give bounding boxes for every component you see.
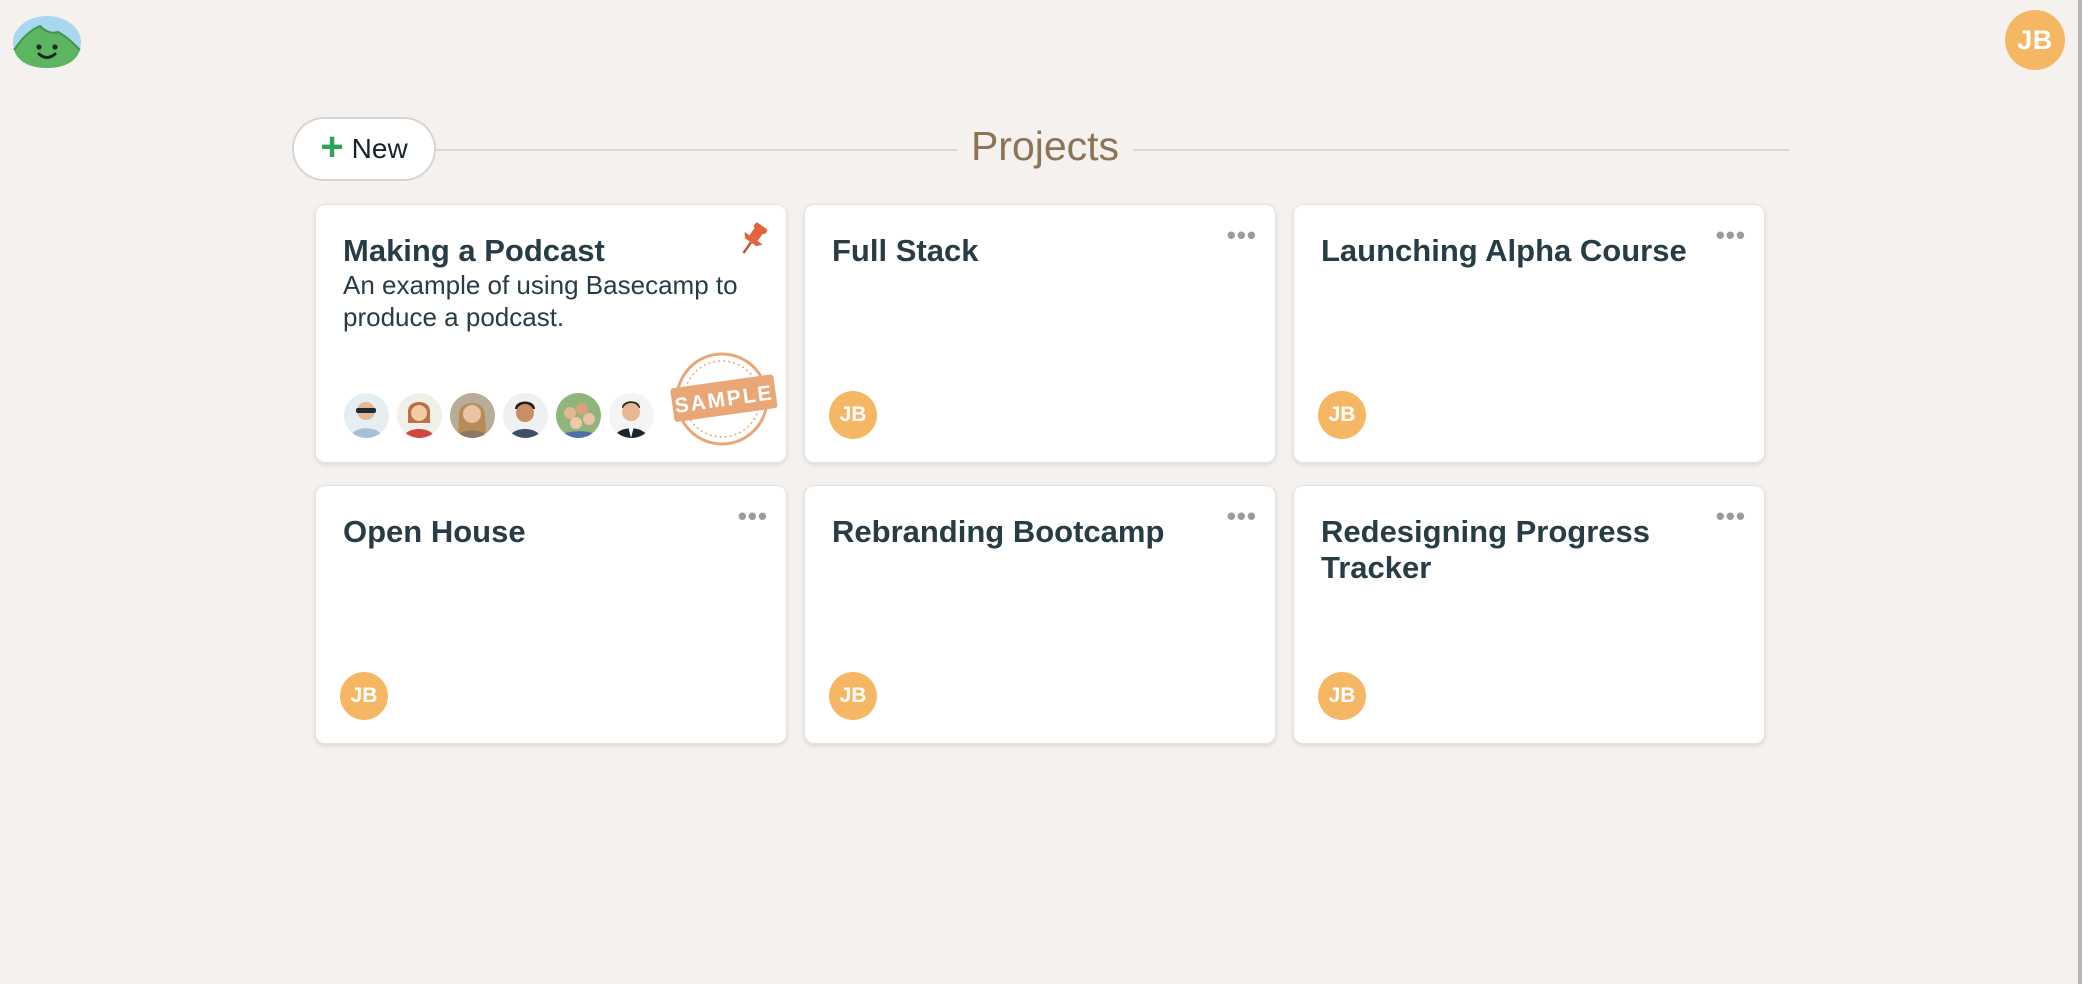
project-title: Rebranding Bootcamp [832,514,1165,549]
project-description: An example of using Basecamp to produce … [343,270,738,332]
project-card-full-stack[interactable]: Full Stack ••• JB [804,204,1276,463]
more-options-icon[interactable]: ••• [1716,503,1746,529]
project-card-rebranding-bootcamp[interactable]: Rebranding Bootcamp ••• JB [804,485,1276,744]
project-grid: Making a Podcast An example of using Bas… [315,204,1765,744]
more-options-icon[interactable]: ••• [738,503,768,529]
sample-stamp-icon: SAMPLE [670,352,778,446]
basecamp-logo-icon[interactable] [12,10,82,68]
user-avatar[interactable]: JB [2005,10,2065,70]
member-avatar[interactable] [395,391,444,440]
header-divider-left [436,149,957,151]
projects-header: + New Projects [292,117,1789,181]
project-title: Redesigning Progress Tracker [1321,514,1651,585]
member-avatar[interactable]: JB [340,672,388,720]
member-avatar[interactable] [554,391,603,440]
member-avatar[interactable] [342,391,391,440]
new-project-label: New [351,133,408,164]
member-avatar[interactable]: JB [1318,672,1366,720]
project-card-launching-alpha-course[interactable]: Launching Alpha Course ••• JB [1293,204,1765,463]
window-edge [2078,0,2082,984]
project-title: Open House [343,514,526,549]
project-card-making-a-podcast[interactable]: Making a Podcast An example of using Bas… [315,204,787,463]
new-project-button[interactable]: + New [292,117,436,181]
member-avatar[interactable]: JB [829,391,877,439]
project-members [342,391,656,440]
project-title: Full Stack [832,233,979,268]
page-title: Projects [957,123,1133,170]
project-card-redesigning-progress-tracker[interactable]: Redesigning Progress Tracker ••• JB [1293,485,1765,744]
plus-icon: + [320,125,344,169]
more-options-icon[interactable]: ••• [1227,222,1257,248]
project-title: Making a Podcast [343,233,605,268]
more-options-icon[interactable]: ••• [1716,222,1746,248]
pin-icon[interactable] [736,221,770,257]
member-avatar[interactable] [501,391,550,440]
member-avatar[interactable]: JB [1318,391,1366,439]
header-divider-right [1133,149,1789,151]
member-avatar[interactable] [448,391,497,440]
project-card-open-house[interactable]: Open House ••• JB [315,485,787,744]
project-title: Launching Alpha Course [1321,233,1687,268]
more-options-icon[interactable]: ••• [1227,503,1257,529]
member-avatar[interactable] [607,391,656,440]
member-avatar[interactable]: JB [829,672,877,720]
